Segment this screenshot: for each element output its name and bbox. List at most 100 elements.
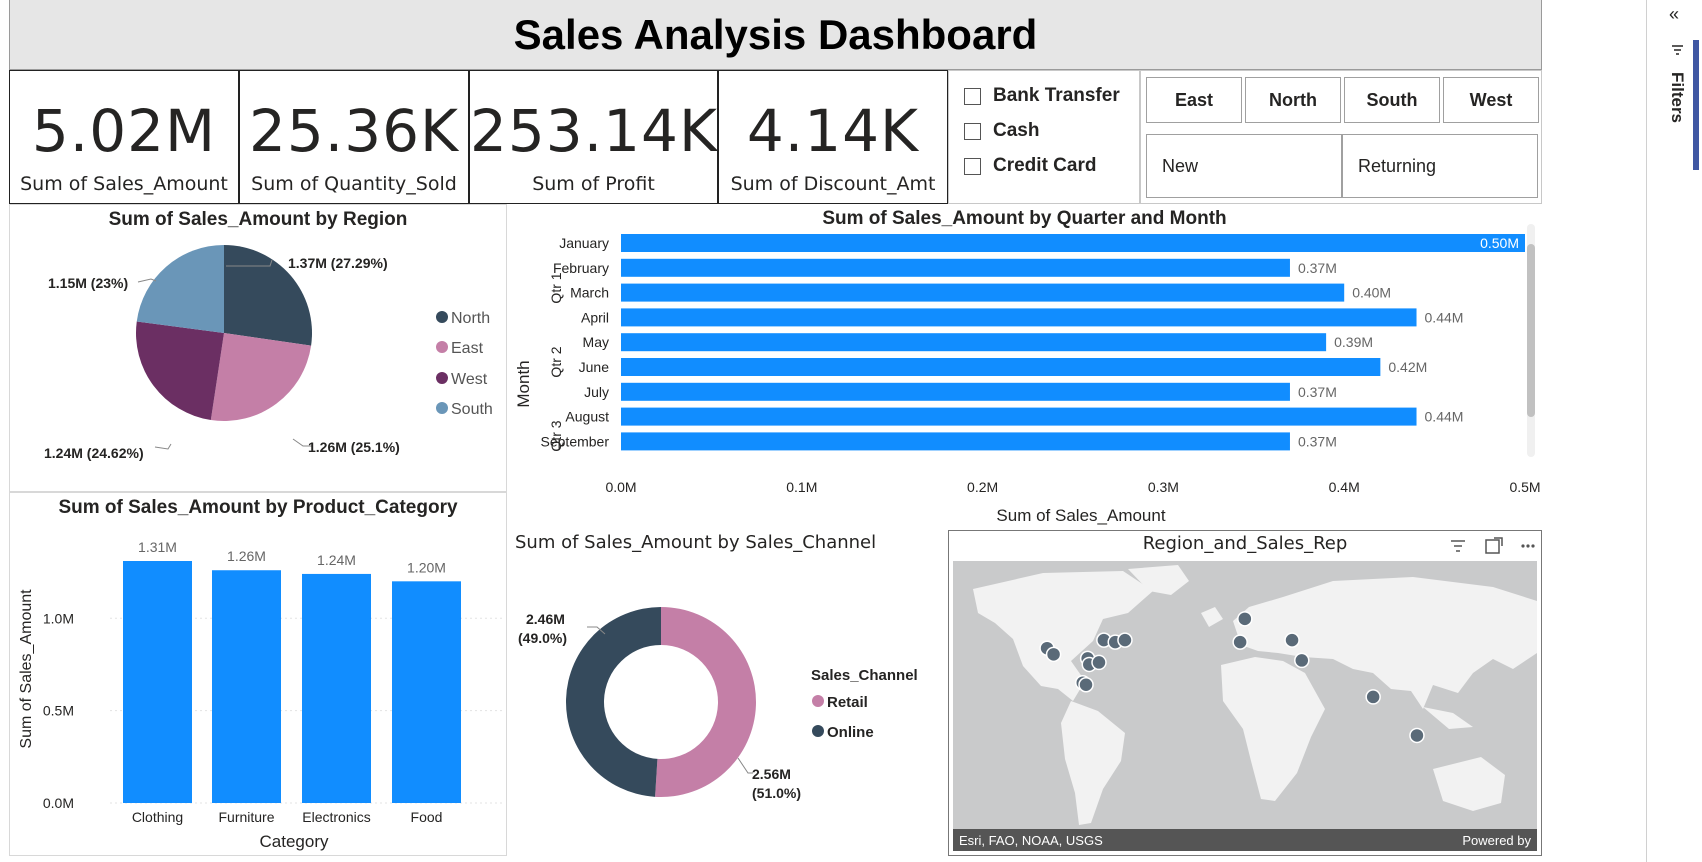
checkbox-icon[interactable] xyxy=(964,87,981,105)
y-tick-label: July xyxy=(584,384,609,400)
checkbox-credit-card[interactable]: Credit Card xyxy=(964,155,1096,177)
legend-label[interactable]: North xyxy=(451,310,490,327)
bar-clothing[interactable] xyxy=(123,561,192,803)
legend-dot-east xyxy=(436,341,448,353)
map-attribution: Esri, FAO, NOAA, USGS xyxy=(959,832,1103,848)
map-point[interactable] xyxy=(1284,632,1300,648)
checkbox-label: Bank Transfer xyxy=(993,85,1120,106)
focus-mode-icon[interactable] xyxy=(1485,537,1503,554)
legend-dot-north xyxy=(436,311,448,323)
kpi-value: 5.02M xyxy=(31,97,217,165)
checkbox-bank-transfer[interactable]: Bank Transfer xyxy=(964,85,1120,107)
y-tick-label: February xyxy=(553,260,609,276)
channel-donut-panel[interactable]: Sum of Sales_Amount by Sales_Channel 2.4… xyxy=(507,530,948,856)
bar-january[interactable] xyxy=(621,234,1525,252)
bar-september[interactable] xyxy=(621,432,1290,451)
donut-data-label: 2.56M xyxy=(752,766,791,782)
region-pie-panel[interactable]: Sum of Sales_Amount by Region 1.37M (27.… xyxy=(9,204,507,492)
y-tick-label: June xyxy=(579,359,610,375)
checkbox-cash[interactable]: Cash xyxy=(964,120,1039,142)
visual-header-icons xyxy=(1451,537,1535,554)
checkbox-icon[interactable] xyxy=(964,122,981,140)
legend-label[interactable]: Retail xyxy=(827,694,868,711)
slicer-tile-west[interactable]: West xyxy=(1443,77,1539,123)
dashboard-title-bar: Sales Analysis Dashboard xyxy=(9,0,1542,70)
region-customer-slicer: East North South West New Returning xyxy=(1140,70,1542,204)
scrollbar-thumb[interactable] xyxy=(1527,244,1535,417)
kpi-card-quantity[interactable]: 25.36K Sum of Quantity_Sold xyxy=(239,70,469,204)
bar-furniture[interactable] xyxy=(212,570,281,803)
bar-august[interactable] xyxy=(621,407,1417,426)
x-tick-label: Furniture xyxy=(218,809,274,825)
slicer-tile-new[interactable]: New xyxy=(1146,134,1342,198)
payment-method-slicer: Bank Transfer Cash Credit Card xyxy=(948,70,1140,204)
bar-june[interactable] xyxy=(621,358,1381,376)
map-point[interactable] xyxy=(1365,689,1381,705)
map-point[interactable] xyxy=(1237,611,1253,627)
donut-slice-retail[interactable] xyxy=(655,607,757,797)
bar-food[interactable] xyxy=(392,581,461,803)
channel-donut-chart: 2.46M (49.0%) 2.56M (51.0%) Sales_Channe… xyxy=(518,607,918,801)
legend-dot-retail xyxy=(812,695,824,707)
map-point[interactable] xyxy=(1091,654,1107,671)
map-point[interactable] xyxy=(1294,652,1310,669)
world-map[interactable] xyxy=(953,561,1537,845)
y-axis-title: Sum of Sales_Amount xyxy=(18,589,35,749)
bar-july[interactable] xyxy=(621,382,1290,401)
legend-label[interactable]: Online xyxy=(827,724,874,741)
filters-pane-label[interactable]: Filters xyxy=(1667,72,1687,123)
kpi-card-discount[interactable]: 4.14K Sum of Discount_Amt xyxy=(718,70,948,204)
bar-february[interactable] xyxy=(621,258,1290,277)
bar-may[interactable] xyxy=(621,333,1327,352)
bar-electronics[interactable] xyxy=(302,573,371,803)
bar-data-label: 1.24M xyxy=(317,552,356,568)
collapse-pane-icon[interactable]: « xyxy=(1669,4,1679,25)
region-pie-chart: 1.37M (27.29%) 1.26M (25.1%) 1.24M (24.6… xyxy=(44,245,493,461)
pie-slice-east[interactable] xyxy=(210,333,312,421)
pie-slice-west[interactable] xyxy=(136,321,224,421)
category-bar-chart: Sum of Sales_Amount Category 0.0M 0.5M 1.0… xyxy=(18,539,502,851)
slicer-tile-east[interactable]: East xyxy=(1146,77,1242,123)
kpi-card-profit[interactable]: 253.14K Sum of Profit xyxy=(469,70,718,204)
pie-slice-south[interactable] xyxy=(136,245,224,333)
more-options-icon[interactable] xyxy=(1521,544,1535,548)
kpi-value: 253.14K xyxy=(470,97,718,165)
kpi-card-sales[interactable]: 5.02M Sum of Sales_Amount xyxy=(9,70,239,204)
x-tick-label: 0.0M xyxy=(605,479,636,495)
donut-slice-online[interactable] xyxy=(566,607,661,797)
bar-data-label: 0.42M xyxy=(1388,359,1427,375)
x-tick-label: 0.3M xyxy=(1148,479,1179,495)
bar-april[interactable] xyxy=(621,308,1417,327)
bar-data-label: 0.39M xyxy=(1334,334,1373,350)
kpi-label: Sum of Quantity_Sold xyxy=(251,173,457,195)
filters-pane-rail[interactable]: « Filters xyxy=(1646,0,1702,862)
map-point[interactable] xyxy=(1078,676,1094,693)
map-point[interactable] xyxy=(1409,727,1425,744)
kpi-label: Sum of Discount_Amt xyxy=(730,173,936,195)
legend-label[interactable]: East xyxy=(451,340,484,357)
bar-march[interactable] xyxy=(621,283,1345,302)
map-point[interactable] xyxy=(1045,646,1062,663)
bar-data-label: 0.40M xyxy=(1352,285,1391,301)
pie-data-label: 1.37M (27.29%) xyxy=(288,255,388,271)
filter-funnel-icon[interactable] xyxy=(1671,44,1685,56)
month-bar-chart: Month Qtr 1 Qtr 2 Qtr 3 Sum of Sales_Amo… xyxy=(514,224,1541,525)
slicer-tile-south[interactable]: South xyxy=(1344,77,1440,123)
filter-icon[interactable] xyxy=(1451,540,1465,552)
month-bar-panel[interactable]: Sum of Sales_Amount by Quarter and Month… xyxy=(507,204,1542,530)
kpi-value: 25.36K xyxy=(248,97,460,165)
slicer-tile-north[interactable]: North xyxy=(1245,77,1341,123)
quarter-label: Qtr 1 xyxy=(548,272,564,303)
kpi-label: Sum of Profit xyxy=(532,173,655,195)
map-point[interactable] xyxy=(1232,634,1248,650)
y-tick-label: 1.0M xyxy=(43,610,74,626)
slicer-tile-returning[interactable]: Returning xyxy=(1342,134,1538,198)
checkbox-icon[interactable] xyxy=(964,157,981,175)
legend-label[interactable]: South xyxy=(451,401,493,418)
map-point[interactable] xyxy=(1117,632,1133,648)
bar-data-label: 1.20M xyxy=(407,559,446,575)
map-panel[interactable]: Region_and_Sales_Rep Esri, FAO, NOAA, US… xyxy=(948,530,1542,856)
legend-label[interactable]: West xyxy=(451,371,488,388)
visualizations-pane-tab[interactable] xyxy=(1693,40,1699,170)
category-bar-panel[interactable]: Sum of Sales_Amount by Product_Category … xyxy=(9,492,507,856)
